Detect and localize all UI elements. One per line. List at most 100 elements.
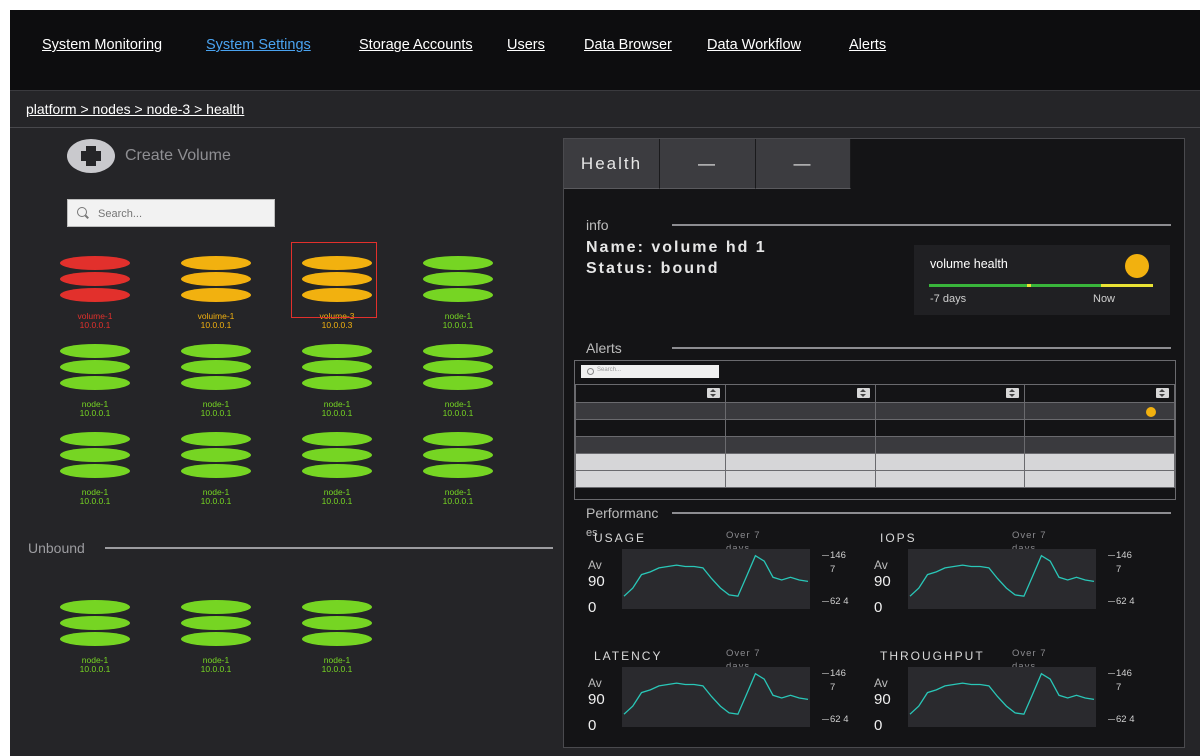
- table-row[interactable]: [575, 436, 1175, 454]
- node-item[interactable]: node-1 10.0.0.1: [55, 596, 135, 686]
- node-search[interactable]: [67, 199, 275, 227]
- create-volume-label: Create Volume: [125, 147, 231, 164]
- metric-ymax: 146 7: [1116, 668, 1132, 693]
- metric-card-usage: USAGE Over 7 days Av 90 0 146 7 62 4: [576, 530, 856, 641]
- metric-title: IOPS: [880, 531, 917, 545]
- metric-card-iops: IOPS Over 7 days Av 90 0 146 7 62 4: [862, 530, 1142, 641]
- column-header[interactable]: [724, 384, 876, 403]
- breadcrumb-bar: platform > nodes > node-3 > health: [10, 91, 1200, 128]
- node-item[interactable]: node-1 10.0.0.1: [418, 340, 498, 430]
- column-header[interactable]: [874, 384, 1026, 403]
- metric-title: USAGE: [594, 531, 647, 545]
- node-ip: 10.0.0.1: [79, 408, 111, 418]
- info-section-label: info: [586, 217, 609, 233]
- metric-title: LATENCY: [594, 649, 663, 663]
- table-row[interactable]: [575, 470, 1175, 488]
- node-ip: 10.0.0.1: [321, 664, 353, 674]
- metric-avg-value: 90: [588, 573, 605, 590]
- sort-icon[interactable]: [1006, 388, 1020, 398]
- nav-system-monitoring[interactable]: System Monitoring: [42, 37, 162, 53]
- alerts-section-label: Alerts: [586, 340, 622, 356]
- node-ip: 10.0.0.1: [200, 408, 232, 418]
- node-item[interactable]: voluime-1 10.0.0.1: [176, 252, 256, 342]
- node-ip: 10.0.0.1: [79, 664, 111, 674]
- metric-avg-value: 90: [588, 691, 605, 708]
- metric-sparkline: [622, 667, 810, 727]
- health-status-dot: [1125, 254, 1149, 278]
- table-row[interactable]: [575, 419, 1175, 437]
- column-header[interactable]: [575, 384, 726, 403]
- performance-divider: [672, 512, 1171, 514]
- node-ip: 10.0.0.1: [200, 496, 232, 506]
- metric-sparkline: [622, 549, 810, 609]
- nav-data-browser[interactable]: Data Browser: [584, 37, 672, 53]
- tab-2-label: —: [698, 154, 717, 173]
- sort-icon[interactable]: [856, 388, 870, 398]
- node-item-selected[interactable]: volume-3 10.0.0.3: [291, 242, 377, 342]
- tab-health[interactable]: Health: [564, 139, 660, 189]
- tab-2[interactable]: —: [660, 139, 756, 189]
- sort-icon[interactable]: [706, 388, 720, 398]
- node-item[interactable]: node-1 10.0.0.1: [176, 596, 256, 686]
- node-item[interactable]: node-1 10.0.0.1: [297, 340, 377, 430]
- metric-title: THROUGHPUT: [880, 649, 985, 663]
- metric-avg-label: Av: [874, 558, 888, 572]
- node-item[interactable]: volume-1 10.0.0.1: [55, 252, 135, 342]
- node-item[interactable]: node-1 10.0.0.1: [297, 596, 377, 686]
- health-timeline-bar: [929, 284, 1153, 287]
- node-ip: 10.0.0.1: [200, 320, 232, 330]
- alerts-search-placeholder: Search...: [597, 367, 622, 373]
- alerts-search[interactable]: Search...: [581, 365, 719, 378]
- nav-alerts[interactable]: Alerts: [849, 37, 886, 53]
- search-input[interactable]: [96, 204, 270, 224]
- search-icon: [587, 368, 594, 375]
- metric-ymax: 146 7: [830, 550, 846, 575]
- node-item[interactable]: node-1 10.0.0.1: [55, 428, 135, 518]
- metric-ymin: 62 4: [1116, 714, 1135, 725]
- performance-section-label: Performanc: [586, 505, 659, 521]
- tab-3[interactable]: —: [756, 139, 851, 189]
- node-ip: 10.0.0.1: [442, 408, 474, 418]
- node-item[interactable]: node-1 10.0.0.1: [297, 428, 377, 518]
- nav-system-settings[interactable]: System Settings: [206, 37, 311, 53]
- table-row[interactable]: [575, 453, 1175, 471]
- node-item[interactable]: node-1 10.0.0.1: [418, 252, 498, 342]
- node-ip: 10.0.0.1: [442, 320, 474, 330]
- volume-status: Status: bound: [586, 260, 720, 277]
- metric-avg-value: 90: [874, 691, 891, 708]
- node-ip: 10.0.0.1: [79, 496, 111, 506]
- table-row[interactable]: [575, 402, 1175, 420]
- nav-data-workflow[interactable]: Data Workflow: [707, 37, 801, 53]
- node-ip: 10.0.0.3: [321, 320, 353, 330]
- nav-users[interactable]: Users: [507, 37, 545, 53]
- metric-avg-unit: 0: [588, 599, 597, 616]
- search-icon: [77, 207, 87, 217]
- metric-avg-label: Av: [874, 676, 888, 690]
- node-item[interactable]: node-1 10.0.0.1: [176, 340, 256, 430]
- breadcrumb[interactable]: platform > nodes > node-3 > health: [26, 101, 244, 117]
- metric-ymax: 146 7: [830, 668, 846, 693]
- sort-icon[interactable]: [1156, 388, 1169, 398]
- alert-status-dot: [1146, 407, 1156, 417]
- detail-panel: Health — — info Name: volume hd 1 Status…: [563, 138, 1185, 748]
- node-item[interactable]: node-1 10.0.0.1: [418, 428, 498, 518]
- column-header[interactable]: [1024, 384, 1175, 403]
- node-ip: 10.0.0.1: [442, 496, 474, 506]
- plus-icon: [67, 139, 115, 173]
- node-item[interactable]: node-1 10.0.0.1: [55, 340, 135, 430]
- metric-avg-unit: 0: [874, 599, 883, 616]
- nav-storage-accounts[interactable]: Storage Accounts: [359, 37, 473, 53]
- metric-ymin: 62 4: [830, 714, 849, 725]
- metric-avg-unit: 0: [874, 717, 883, 734]
- alerts-table: Search...: [574, 360, 1176, 500]
- metric-avg-label: Av: [588, 676, 602, 690]
- metric-sparkline: [908, 549, 1096, 609]
- tab-health-label: Health: [580, 154, 643, 173]
- unbound-divider: [105, 547, 553, 549]
- volume-health-title: volume health: [930, 257, 1008, 271]
- metric-avg-unit: 0: [588, 717, 597, 734]
- node-item[interactable]: node-1 10.0.0.1: [176, 428, 256, 518]
- timeline-start-label: -7 days: [930, 293, 967, 305]
- unbound-label: Unbound: [28, 540, 85, 556]
- node-ip: 10.0.0.1: [79, 320, 111, 330]
